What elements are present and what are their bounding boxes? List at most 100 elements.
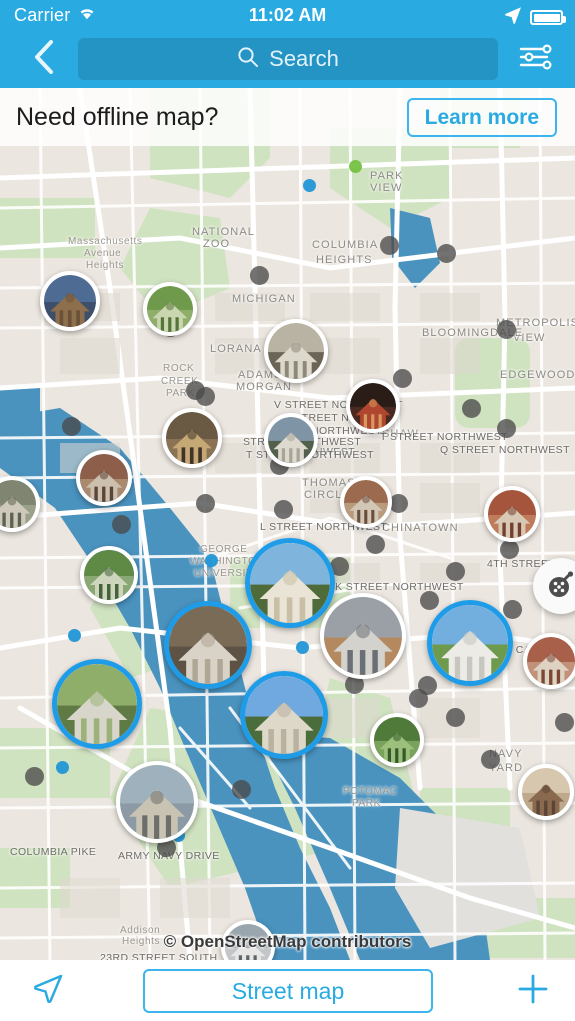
map-cluster-dot[interactable] — [196, 494, 215, 513]
marker-national-cathedral[interactable] — [40, 271, 100, 331]
marker-white-house[interactable] — [245, 538, 335, 628]
map-label: Avenue — [84, 248, 122, 259]
marker-photo — [350, 383, 396, 429]
marker-dupont-fountain[interactable] — [80, 546, 138, 604]
marker-supreme-court[interactable] — [264, 413, 318, 467]
marker-adams-morgan-rowhouses[interactable] — [76, 450, 132, 506]
marker-museum-entrance[interactable] — [320, 593, 406, 679]
map-cluster-dot[interactable] — [196, 387, 215, 406]
map-cluster-dot[interactable] — [232, 780, 251, 799]
map-label: MICHIGAN — [232, 293, 296, 305]
marker-photo — [488, 490, 536, 538]
status-bar-right — [504, 6, 566, 29]
learn-more-button[interactable]: Learn more — [406, 98, 557, 137]
marker-brick-building-east[interactable] — [484, 486, 540, 542]
map-cluster-dot[interactable] — [555, 713, 574, 732]
marker-photo — [80, 454, 128, 502]
map-cluster-dot[interactable] — [446, 562, 465, 581]
marker-photo — [245, 676, 323, 754]
map-cluster-dot[interactable] — [393, 369, 412, 388]
map-cluster-dot[interactable] — [68, 629, 81, 642]
nav-bar: Search — [0, 30, 575, 88]
map-cluster-dot[interactable] — [112, 515, 131, 534]
map-cluster-dot[interactable] — [62, 417, 81, 436]
map-cluster-dot[interactable] — [274, 500, 293, 519]
marker-jefferson-memorial[interactable] — [240, 671, 328, 759]
map-label: VIEW — [370, 182, 403, 194]
map-cluster-dot[interactable] — [420, 591, 439, 610]
map-label: ZOO — [203, 238, 231, 250]
marker-photo — [166, 412, 218, 464]
map-label: MORGAN — [236, 381, 293, 393]
map-label: CHINATOWN — [382, 522, 459, 534]
marker-photo — [344, 480, 388, 524]
marker-logan-circle-rowhouse[interactable] — [340, 476, 392, 528]
map-cluster-dot[interactable] — [462, 399, 481, 418]
marker-eastern-market[interactable] — [523, 633, 575, 689]
map-cluster-dot[interactable] — [409, 689, 428, 708]
marker-columbia-heights-building[interactable] — [264, 319, 328, 383]
map-attribution: © OpenStreetMap contributors — [163, 932, 412, 951]
marker-photo — [120, 765, 194, 839]
marker-lincoln-memorial[interactable] — [164, 601, 252, 689]
map-cluster-dot[interactable] — [497, 419, 516, 438]
marker-photo — [268, 417, 314, 463]
map-label: GEORGE — [200, 544, 248, 555]
search-input[interactable]: Search — [78, 38, 498, 80]
street-map-button[interactable]: Street map — [143, 969, 433, 1013]
marker-tidal-basin-trees[interactable] — [370, 713, 424, 767]
marker-photo — [250, 543, 330, 623]
map-label: LORANA — [210, 343, 262, 355]
map-label: K STREET NORTHWEST — [335, 581, 464, 593]
map-cluster-dot[interactable] — [481, 750, 500, 769]
back-button[interactable] — [22, 38, 66, 80]
marker-national-zoo[interactable] — [143, 282, 197, 336]
map-label: PARK — [370, 170, 404, 182]
map-cluster-dot[interactable] — [497, 320, 516, 339]
marker-u-street-nightlife[interactable] — [346, 379, 400, 433]
map-cluster-dot[interactable] — [366, 535, 385, 554]
marker-photo — [57, 664, 137, 744]
map-label: POTOMAC — [343, 786, 398, 797]
marker-photo — [84, 550, 134, 600]
marker-photo — [44, 275, 96, 327]
marker-us-capitol[interactable] — [427, 600, 513, 686]
map-cluster-dot[interactable] — [380, 236, 399, 255]
map-cluster-dot[interactable] — [349, 160, 362, 173]
map-label: Massachusetts — [68, 236, 143, 247]
map-cluster-dot[interactable] — [503, 600, 522, 619]
map-cluster-dot[interactable] — [296, 641, 309, 654]
map-cluster-dot[interactable] — [205, 554, 218, 567]
marker-photo — [268, 323, 324, 379]
map-cluster-dot[interactable] — [437, 244, 456, 263]
sliders-filter-icon — [519, 42, 555, 77]
map-label: 23RD STREET SOUTH — [100, 952, 218, 960]
marker-photo — [147, 286, 193, 332]
search-icon — [237, 46, 259, 73]
map-cluster-dot[interactable] — [250, 266, 269, 285]
map-label: T STREET NORTHWEST — [380, 431, 508, 443]
banner-message: Need offline map? — [16, 102, 219, 131]
map-cluster-dot[interactable] — [500, 540, 519, 559]
marker-navy-yard-scene[interactable] — [518, 764, 574, 820]
map-cluster-dot[interactable] — [25, 767, 44, 786]
bomb-icon — [546, 569, 575, 604]
map-label: HEIGHTS — [316, 254, 373, 266]
map-label: ROCK — [163, 363, 195, 374]
marker-arlington-cemetery[interactable] — [52, 659, 142, 749]
map-cluster-dot[interactable] — [56, 761, 69, 774]
locate-me-button[interactable] — [22, 970, 74, 1012]
navigation-arrow-icon — [32, 973, 64, 1010]
marker-pentagon-city-view[interactable] — [116, 761, 198, 843]
filter-button[interactable] — [509, 40, 565, 78]
location-arrow-icon — [504, 6, 522, 29]
map-label: EDGEWOOD — [500, 369, 575, 381]
add-button[interactable] — [509, 970, 557, 1012]
map-view[interactable]: Massachusetts Avenue Heights NATIONAL ZOO COL… — [0, 88, 575, 960]
map-cluster-dot[interactable] — [303, 179, 316, 192]
map-label: NATIONAL — [192, 226, 255, 238]
marker-dupont-interior[interactable] — [162, 408, 222, 468]
map-label: PARK — [352, 798, 381, 809]
plus-icon — [517, 973, 549, 1010]
map-cluster-dot[interactable] — [446, 708, 465, 727]
